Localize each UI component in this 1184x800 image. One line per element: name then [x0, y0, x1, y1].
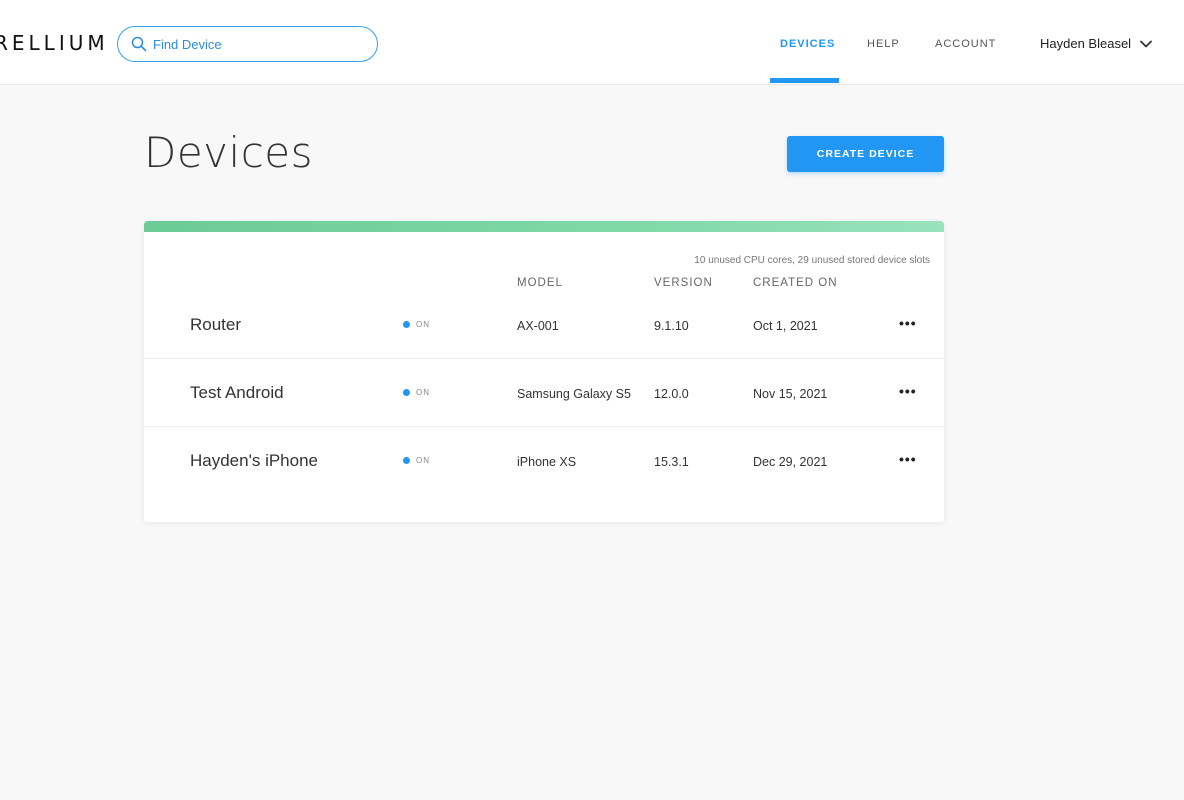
brand-logo[interactable]: RELLIUM [0, 31, 109, 55]
column-header-version: VERSION [654, 277, 713, 289]
more-actions-icon[interactable]: ••• [899, 383, 917, 399]
device-model: Samsung Galaxy S5 [517, 387, 631, 401]
device-created-on: Nov 15, 2021 [753, 387, 828, 401]
user-menu[interactable]: Hayden Bleasel [1040, 36, 1153, 51]
device-version: 9.1.10 [654, 319, 689, 333]
table-row[interactable]: Router ON AX-001 9.1.10 Oct 1, 2021 ••• [144, 291, 944, 359]
more-actions-icon[interactable]: ••• [899, 315, 917, 331]
column-header-created-on: CREATED ON [753, 277, 838, 289]
status-label: ON [416, 456, 430, 465]
column-header-model: MODEL [517, 277, 563, 289]
nav-devices[interactable]: DEVICES [780, 38, 835, 50]
device-created-on: Dec 29, 2021 [753, 455, 828, 469]
device-version: 12.0.0 [654, 387, 689, 401]
table-row[interactable]: Test Android ON Samsung Galaxy S5 12.0.0… [144, 359, 944, 427]
device-model: iPhone XS [517, 455, 577, 469]
search-box[interactable] [117, 26, 378, 62]
card-accent-bar [144, 221, 944, 232]
more-actions-icon[interactable]: ••• [899, 451, 917, 467]
chevron-down-icon [1140, 40, 1152, 47]
device-name[interactable]: Router [190, 315, 241, 335]
device-name[interactable]: Test Android [190, 383, 284, 403]
status-label: ON [416, 388, 430, 397]
status-dot-icon [403, 321, 410, 328]
status-label: ON [416, 320, 430, 329]
nav-account[interactable]: ACCOUNT [935, 38, 996, 50]
device-created-on: Oct 1, 2021 [753, 319, 818, 333]
top-bar: RELLIUM DEVICES HELP ACCOUNT Hayden Blea… [0, 0, 1184, 85]
nav-help[interactable]: HELP [867, 38, 900, 50]
status-dot-icon [403, 457, 410, 464]
user-name: Hayden Bleasel [1040, 36, 1132, 51]
resource-usage-note: 10 unused CPU cores, 29 unused stored de… [694, 255, 930, 266]
nav-active-indicator [770, 78, 839, 83]
status-indicator: ON [403, 388, 430, 397]
device-version: 15.3.1 [654, 455, 689, 469]
status-dot-icon [403, 389, 410, 396]
status-indicator: ON [403, 320, 430, 329]
search-input[interactable] [153, 36, 353, 52]
table-row[interactable]: Hayden's iPhone ON iPhone XS 15.3.1 Dec … [144, 427, 944, 495]
search-icon [131, 36, 147, 52]
device-model: AX-001 [517, 319, 559, 333]
device-name[interactable]: Hayden's iPhone [190, 451, 318, 471]
page-title: Devices [144, 128, 314, 177]
status-indicator: ON [403, 456, 430, 465]
devices-card: 10 unused CPU cores, 29 unused stored de… [144, 221, 944, 522]
create-device-button[interactable]: CREATE DEVICE [787, 136, 944, 172]
